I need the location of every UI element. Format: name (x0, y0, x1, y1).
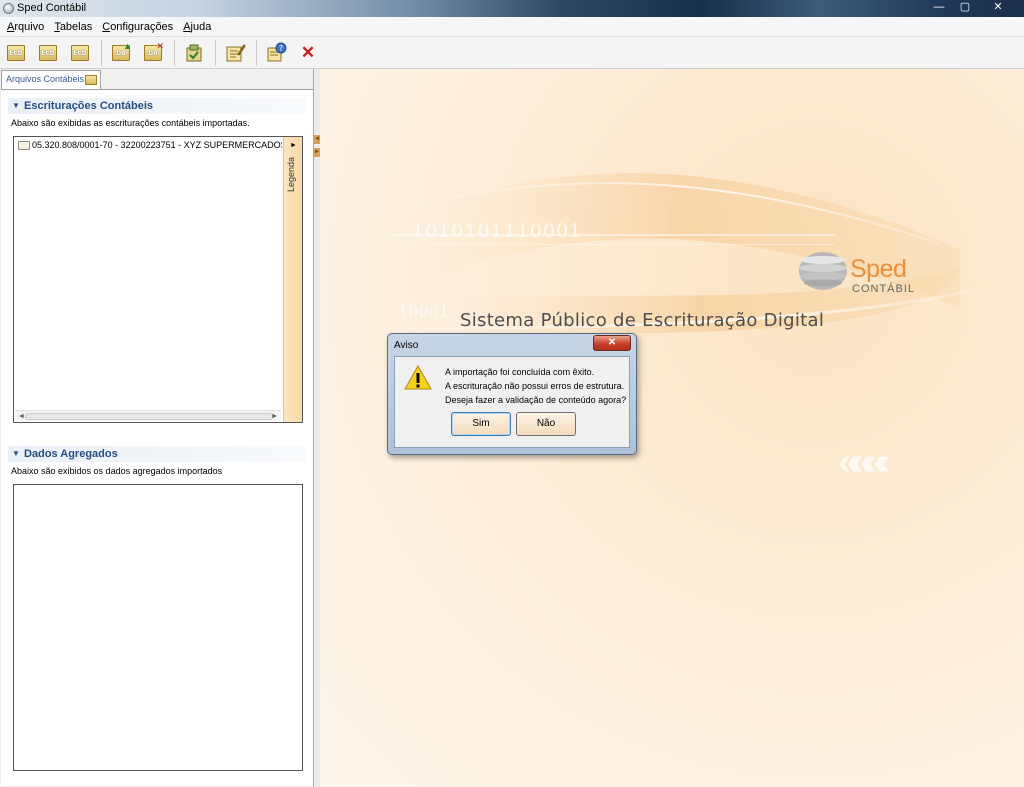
escrituracoes-description: Abaixo são exibidas as escriturações con… (11, 118, 250, 128)
remove-da-button[interactable]: DA ✕ (142, 40, 164, 64)
warning-icon (404, 365, 432, 390)
validate-icon (186, 44, 202, 61)
legend-panel[interactable]: ► Legenda (283, 137, 302, 422)
red-x-icon: ✕ (156, 40, 164, 51)
validate-button[interactable] (183, 42, 205, 64)
ecd-new-icon: ECD (7, 44, 25, 61)
edit-icon (226, 43, 246, 61)
collapse-chevron-icon: ▼ (12, 101, 20, 110)
escrituracoes-tree[interactable]: 05.320.808/0001-70 - 32200223751 - XYZ S… (13, 136, 303, 423)
dialog-close-button[interactable]: ✕ (593, 335, 631, 351)
no-button[interactable]: Não (516, 412, 576, 436)
dialog-title: Aviso (394, 340, 419, 351)
menu-tabelas[interactable]: Tabelas (54, 21, 92, 33)
folder-icon (18, 141, 30, 150)
collapse-chevron-icon: ▼ (12, 449, 20, 458)
toolbar-separator (101, 39, 102, 66)
aviso-dialog: Aviso ✕ A importação foi concluída com ê… (387, 333, 637, 455)
help-button[interactable]: ? (265, 42, 287, 64)
sped-globe-logo-icon (799, 252, 847, 290)
ecd-remove-icon: ECD (71, 44, 89, 61)
menu-arquivo[interactable]: Arquivo (7, 21, 44, 33)
tab-arquivos-contabeis[interactable]: Arquivos Contábeis (1, 70, 101, 90)
panel-body: ▼ Escriturações Contábeis Abaixo são exi… (1, 89, 313, 786)
dados-agregados-header[interactable]: ▼ Dados Agregados (8, 446, 306, 462)
sped-logo-text: Sped (850, 255, 907, 283)
dialog-body: A importação foi concluída com êxito. A … (394, 356, 630, 448)
dialog-message-line: Deseja fazer a validação de conteúdo ago… (445, 395, 627, 405)
import-ecd-button[interactable]: ECD (37, 42, 59, 64)
edit-button[interactable] (224, 42, 246, 64)
scrollbar-thumb[interactable] (25, 413, 273, 420)
left-panel: Arquivos Contábeis ▼ Escriturações Contá… (0, 69, 314, 787)
horizontal-scrollbar[interactable]: ◄ ► (15, 410, 281, 421)
new-ecd-button[interactable]: ECD (5, 42, 27, 64)
ecd-tab-icon (85, 75, 97, 85)
app-icon (3, 3, 14, 14)
import-da-button[interactable]: DA ▲ (110, 40, 132, 64)
toolbar-separator (174, 39, 175, 66)
toolbar-separator (256, 39, 257, 66)
green-arrow-icon: ▲ (123, 40, 132, 51)
scroll-left-icon[interactable]: ◄ (18, 411, 25, 422)
menu-ajuda[interactable]: Ajuda (183, 21, 211, 33)
toolbar: ECD ECD ECD DA ▲ DA ✕ ? ✕ (0, 37, 1024, 69)
minimize-button[interactable]: — (926, 0, 952, 15)
svg-text:?: ? (279, 44, 283, 53)
dados-agregados-description: Abaixo são exibidos os dados agregados i… (11, 466, 223, 476)
menu-configuracoes[interactable]: Configurações (102, 21, 173, 33)
sped-logo-subtitle: CONTÁBIL (852, 283, 916, 295)
legend-label: Legenda (286, 156, 296, 192)
toolbar-separator (215, 39, 216, 66)
close-window-button[interactable]: ✕ (978, 0, 1018, 15)
window-controls: — ▢ ✕ (926, 0, 1018, 15)
escrituracoes-header[interactable]: ▼ Escriturações Contábeis (8, 98, 306, 114)
binary-decoration: 1010101110001 (412, 220, 583, 242)
tab-label: Arquivos Contábeis (6, 74, 85, 84)
legend-arrow-icon: ► (290, 142, 297, 149)
chevrons-decoration: «««‹ (838, 441, 890, 483)
title-bar: Sped Contábil — ▢ ✕ (0, 0, 1024, 17)
scroll-right-icon[interactable]: ► (271, 411, 278, 422)
help-icon: ? (267, 42, 287, 61)
window-title: Sped Contábil (17, 2, 87, 14)
dados-agregados-list[interactable] (13, 484, 303, 771)
system-title: Sistema Público de Escrituração Digital (460, 310, 825, 331)
dialog-message-line: A escrituração não possui erros de estru… (445, 381, 625, 391)
close-icon: ✕ (300, 42, 316, 62)
binary-decoration: 10001 (398, 302, 449, 321)
maximize-button[interactable]: ▢ (952, 0, 978, 15)
menu-bar: Arquivo Tabelas Configurações Ajuda (0, 17, 1024, 37)
dialog-message-line: A importação foi concluída com êxito. (445, 367, 595, 377)
remove-ecd-button[interactable]: ECD (69, 42, 91, 64)
ecd-import-icon: ECD (39, 44, 57, 61)
exit-button[interactable]: ✕ (297, 42, 319, 64)
tree-item-escrituracao[interactable]: 05.320.808/0001-70 - 32200223751 - XYZ S… (16, 139, 282, 151)
yes-button[interactable]: Sim (451, 412, 511, 436)
